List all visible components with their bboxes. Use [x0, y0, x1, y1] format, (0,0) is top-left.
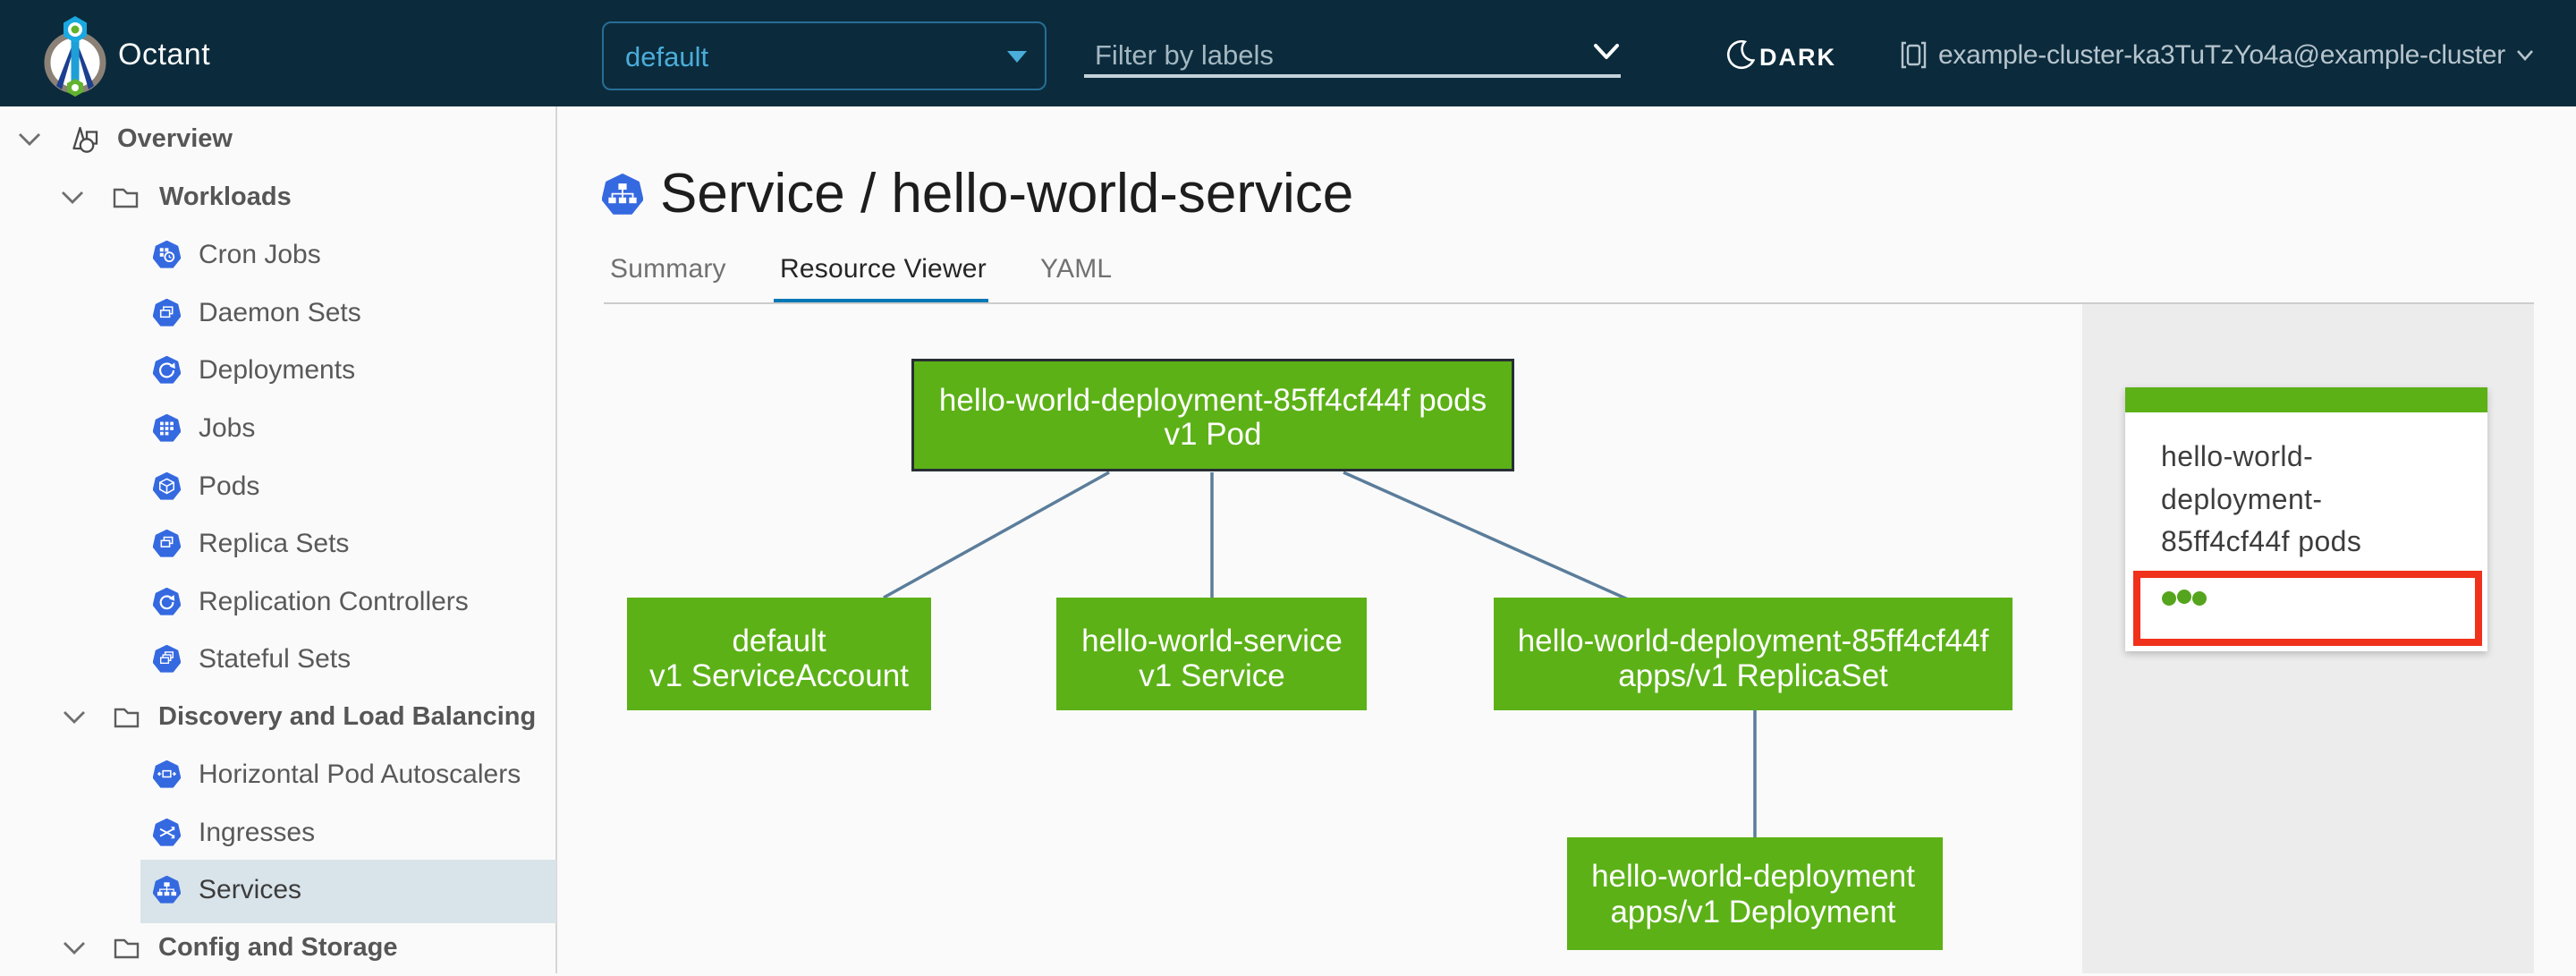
svg-text:hello-world-deployment: hello-world-deployment	[1591, 859, 1915, 894]
svg-text:v1 ServiceAccount: v1 ServiceAccount	[649, 658, 909, 693]
svg-text:hello-world-deployment-85ff4cf: hello-world-deployment-85ff4cf44f	[1518, 624, 1989, 658]
svg-text:hello-world-deployment-85ff4cf: hello-world-deployment-85ff4cf44f pods	[939, 383, 1487, 418]
svg-text:default: default	[732, 624, 826, 658]
svg-text:v1 Pod: v1 Pod	[1165, 417, 1262, 452]
svg-text:apps/v1 ReplicaSet: apps/v1 ReplicaSet	[1618, 658, 1888, 693]
svg-text:apps/v1 Deployment: apps/v1 Deployment	[1610, 895, 1895, 929]
svg-text:v1 Service: v1 Service	[1139, 658, 1284, 693]
svg-text:hello-world-service: hello-world-service	[1081, 624, 1343, 658]
